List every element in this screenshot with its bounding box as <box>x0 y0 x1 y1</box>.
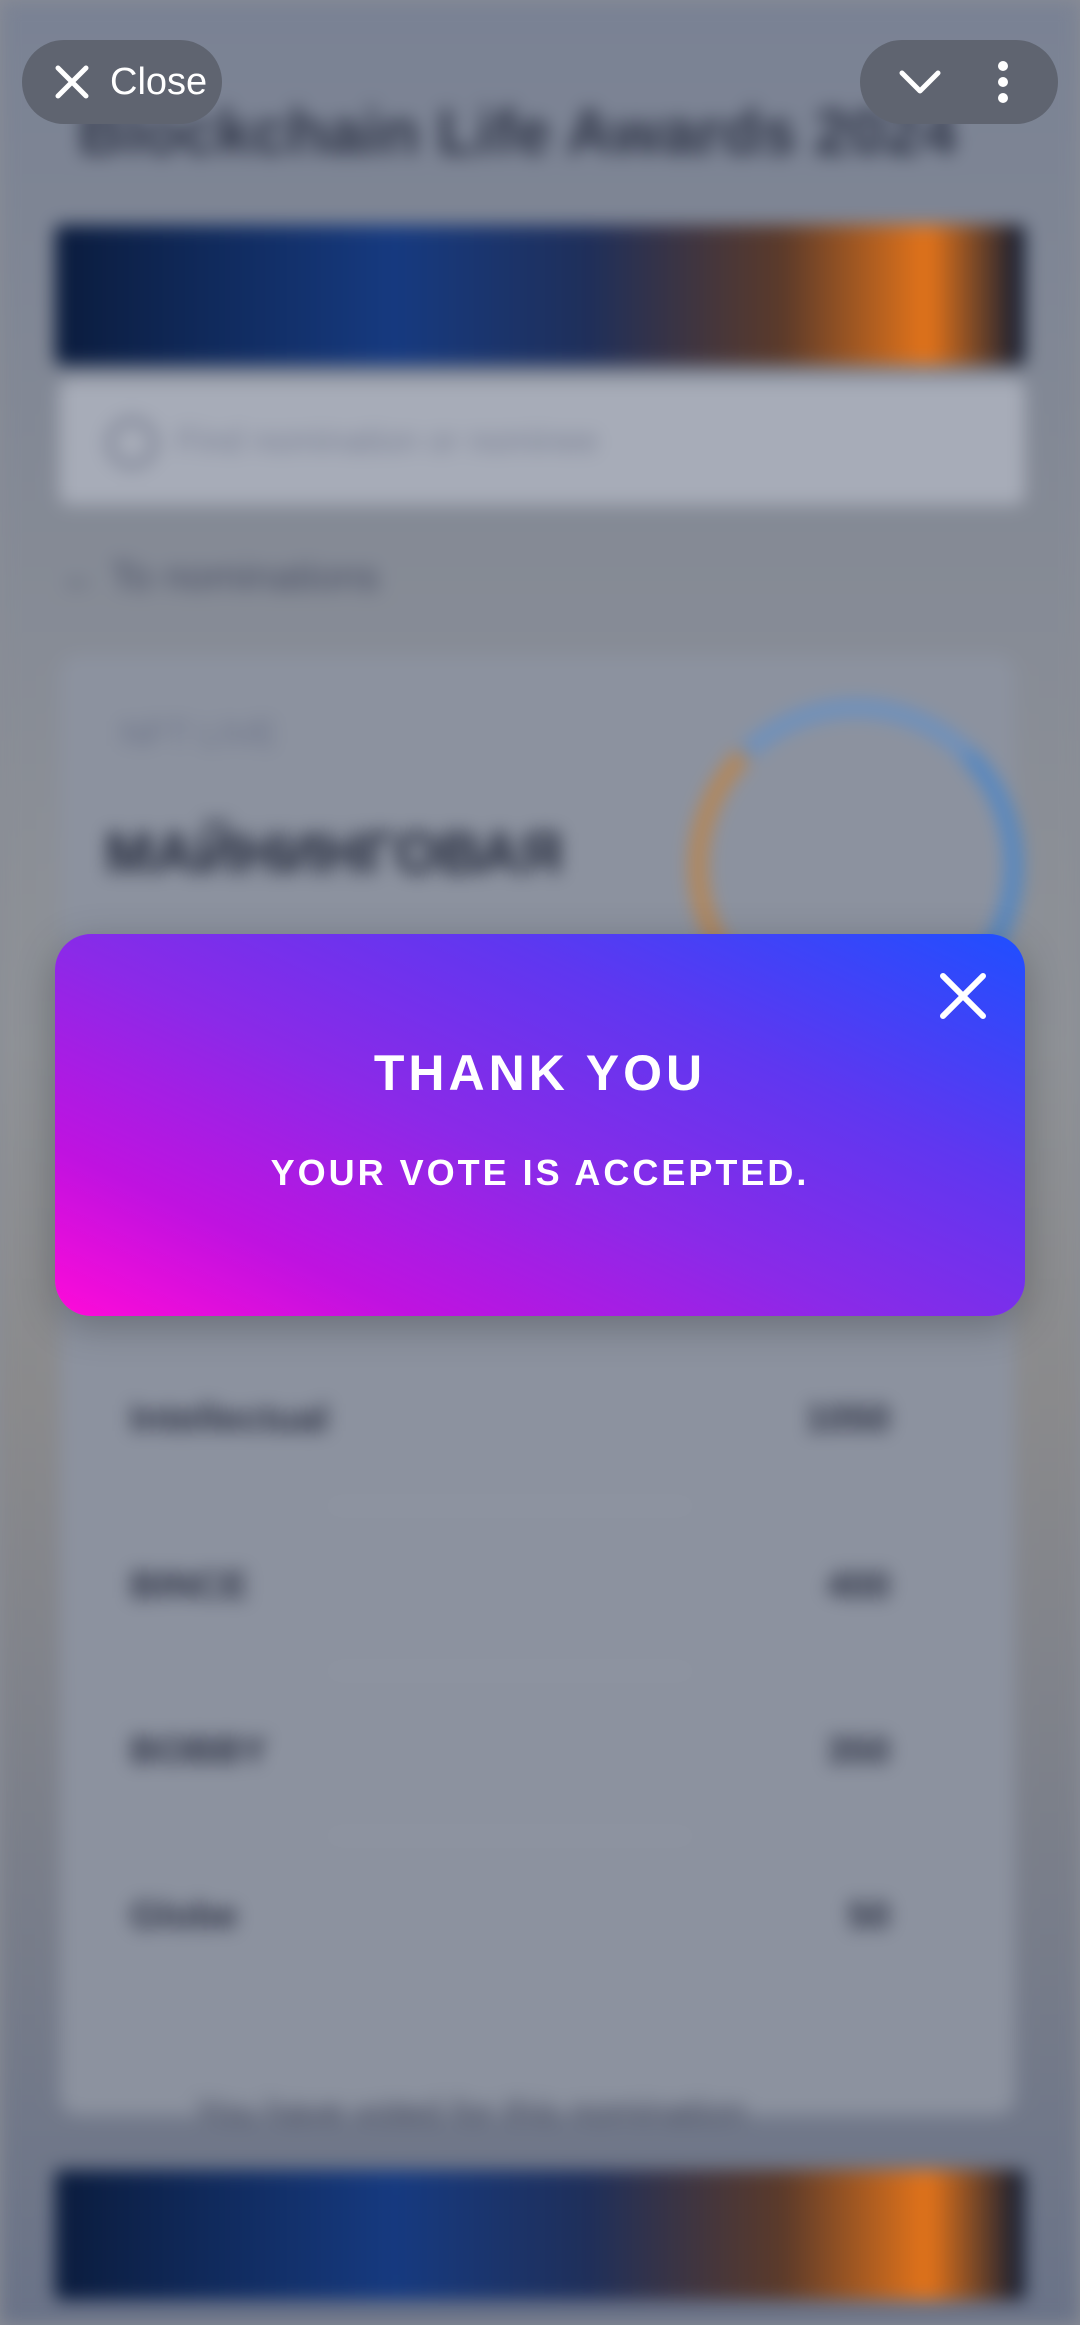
browser-menu-group <box>860 40 1058 124</box>
result-value: 1050 <box>805 1398 890 1440</box>
result-name: Intellectual <box>130 1398 329 1440</box>
search-placeholder: Find nomination or nominee <box>177 422 599 460</box>
result-name: BINCE <box>130 1565 249 1607</box>
result-name: BOBBY <box>130 1730 268 1772</box>
result-value: 350 <box>826 1730 890 1772</box>
close-icon <box>42 52 102 112</box>
result-row: BINCE 400 <box>130 1505 890 1625</box>
result-value: 50 <box>847 1895 890 1937</box>
back-label: To nominations <box>110 555 380 599</box>
search-input[interactable]: Find nomination or nominee <box>60 380 1024 504</box>
search-icon <box>107 418 157 468</box>
result-value: 400 <box>826 1565 890 1607</box>
close-icon <box>940 973 986 1019</box>
top-banner[interactable] <box>55 225 1025 365</box>
vote-confirmation-dialog: THANK YOU YOUR VOTE IS ACCEPTED. <box>55 934 1025 1316</box>
result-row: Globe 50 <box>130 1835 890 1955</box>
bottom-banner[interactable] <box>55 2170 1025 2300</box>
chevron-down-icon[interactable] <box>880 40 960 124</box>
nomination-tag: NFT LIVE <box>120 713 278 754</box>
dialog-title: THANK YOU <box>373 1045 707 1101</box>
nomination-heading: МАЙНИНГОВАЯ <box>105 821 563 886</box>
back-link[interactable]: ← To nominations <box>60 555 379 600</box>
result-row: Intellectual 1050 <box>130 1398 890 1458</box>
dialog-message: YOUR VOTE IS ACCEPTED. <box>270 1152 810 1193</box>
arrow-left-icon: ← <box>60 555 100 599</box>
more-vertical-icon[interactable] <box>968 40 1038 124</box>
voted-note: You have voted for this nomination <box>195 2090 747 2131</box>
result-row: BOBBY 350 <box>130 1670 890 1790</box>
close-label: Close <box>110 60 208 103</box>
result-name: Globe <box>130 1895 238 1937</box>
close-button[interactable]: Close <box>22 40 222 124</box>
dialog-close-button[interactable] <box>931 964 995 1028</box>
